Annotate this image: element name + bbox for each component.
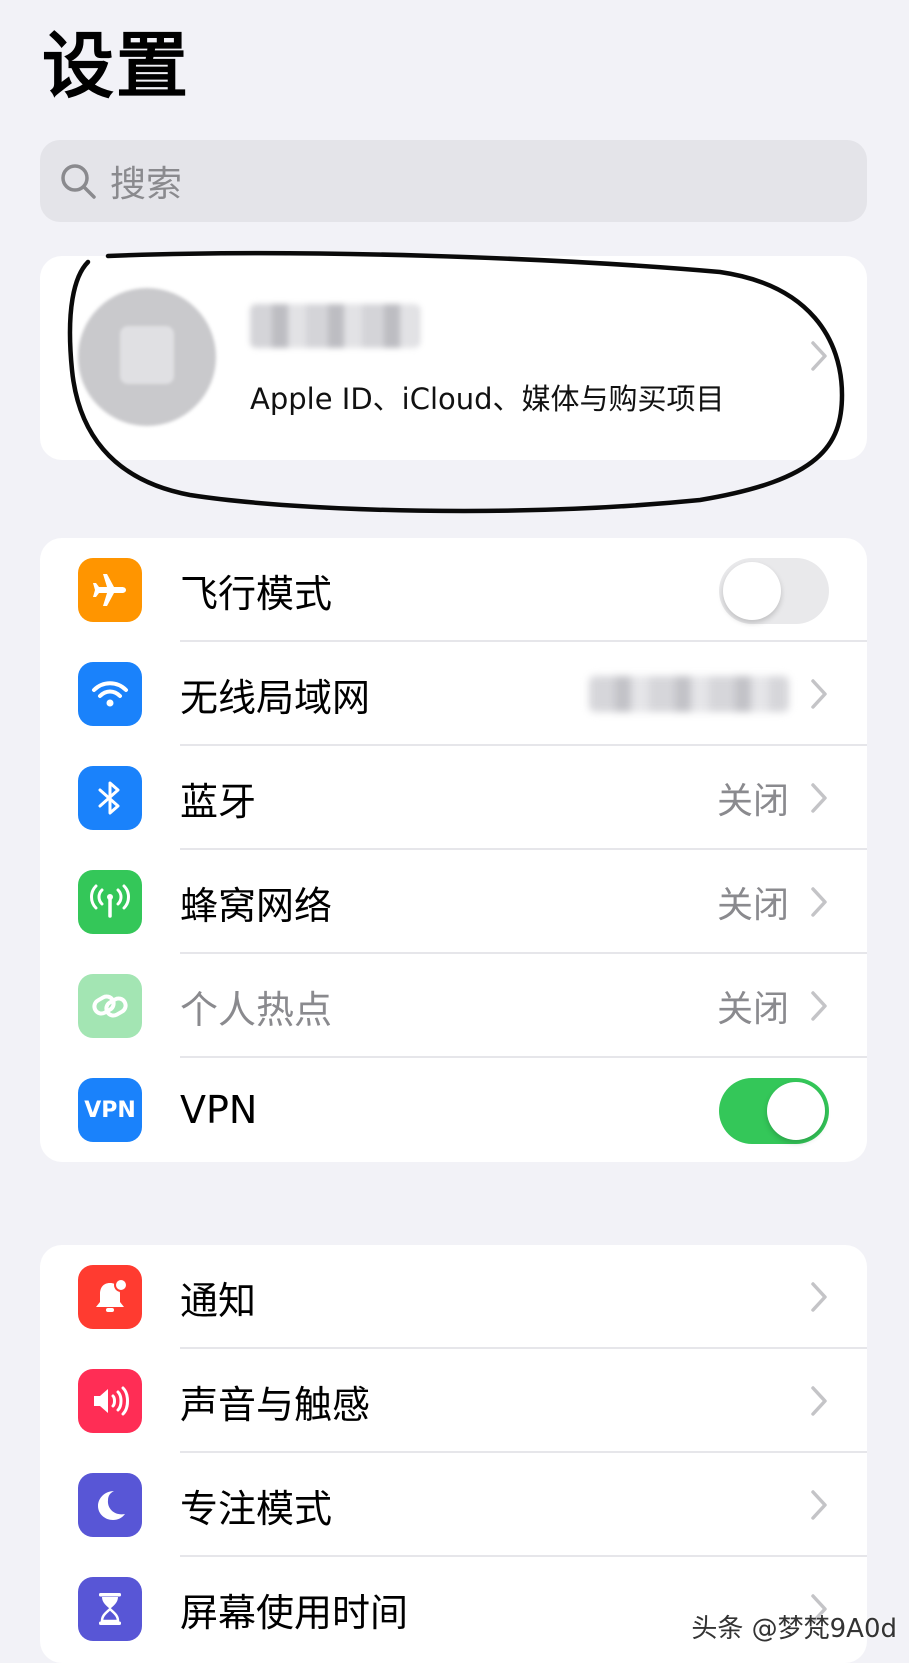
bluetooth-value: 关闭 <box>716 781 789 822</box>
wifi-icon <box>78 662 142 726</box>
chevron-right-icon <box>811 991 827 1021</box>
sounds-label: 声音与触感 <box>180 1382 371 1427</box>
moon-icon <box>78 1473 142 1537</box>
hotspot-link-icon <box>78 974 142 1038</box>
bluetooth-label: 蓝牙 <box>180 779 257 824</box>
settings-row-notifications[interactable]: 通知 <box>40 1245 867 1349</box>
screen-time-label: 屏幕使用时间 <box>180 1590 409 1635</box>
chevron-right-icon <box>811 341 827 371</box>
toggle-knob <box>723 562 781 620</box>
profile-name-redacted <box>250 304 420 348</box>
vpn-icon: VPN <box>78 1078 142 1142</box>
vpn-label: VPN <box>180 1088 258 1132</box>
cellular-value: 关闭 <box>716 885 789 926</box>
bluetooth-icon <box>78 766 142 830</box>
speaker-icon <box>78 1369 142 1433</box>
wifi-network-name-redacted <box>589 676 789 712</box>
settings-row-bluetooth[interactable]: 蓝牙 关闭 <box>40 746 867 850</box>
settings-row-cellular[interactable]: 蜂窝网络 关闭 <box>40 850 867 954</box>
settings-row-sounds[interactable]: 声音与触感 <box>40 1349 867 1453</box>
airplane-toggle[interactable] <box>719 558 829 624</box>
vpn-toggle[interactable] <box>719 1078 829 1144</box>
wifi-label: 无线局域网 <box>180 675 371 720</box>
search-field[interactable]: 搜索 <box>40 140 867 222</box>
connectivity-group: 飞行模式 无线局域网 蓝牙 关闭 蜂窝网络 关闭 个人热点 关闭 VPN VPN <box>40 538 867 1162</box>
settings-row-vpn[interactable]: VPN VPN <box>40 1058 867 1162</box>
search-icon <box>61 164 96 199</box>
hotspot-label: 个人热点 <box>180 987 333 1032</box>
airplane-icon <box>78 558 142 622</box>
general-group: 通知 声音与触感 专注模式 屏幕使用时间 <box>40 1245 867 1663</box>
cellular-antenna-icon <box>78 870 142 934</box>
notifications-label: 通知 <box>180 1278 257 1323</box>
hotspot-value: 关闭 <box>716 989 789 1030</box>
focus-label: 专注模式 <box>180 1486 333 1531</box>
airplane-label: 飞行模式 <box>180 571 333 616</box>
profile-subtitle: Apple ID、iCloud、媒体与购买项目 <box>250 382 725 416</box>
chevron-right-icon <box>811 1490 827 1520</box>
avatar <box>78 288 216 426</box>
search-placeholder: 搜索 <box>110 164 183 205</box>
settings-row-hotspot[interactable]: 个人热点 关闭 <box>40 954 867 1058</box>
notification-bell-icon <box>78 1265 142 1329</box>
settings-row-focus[interactable]: 专注模式 <box>40 1453 867 1557</box>
chevron-right-icon <box>811 887 827 917</box>
apple-id-card[interactable]: Apple ID、iCloud、媒体与购买项目 <box>40 256 867 460</box>
page-title: 设置 <box>42 24 191 108</box>
chevron-right-icon <box>811 1386 827 1416</box>
chevron-right-icon <box>811 679 827 709</box>
watermark: 头条 @梦梵9A0d <box>691 1614 897 1644</box>
settings-row-wifi[interactable]: 无线局域网 <box>40 642 867 746</box>
chevron-right-icon <box>811 783 827 813</box>
toggle-knob <box>767 1082 825 1140</box>
vpn-icon-text: VPN <box>84 1097 136 1123</box>
cellular-label: 蜂窝网络 <box>180 883 333 928</box>
hourglass-icon <box>78 1577 142 1641</box>
chevron-right-icon <box>811 1282 827 1312</box>
settings-row-airplane[interactable]: 飞行模式 <box>40 538 867 642</box>
